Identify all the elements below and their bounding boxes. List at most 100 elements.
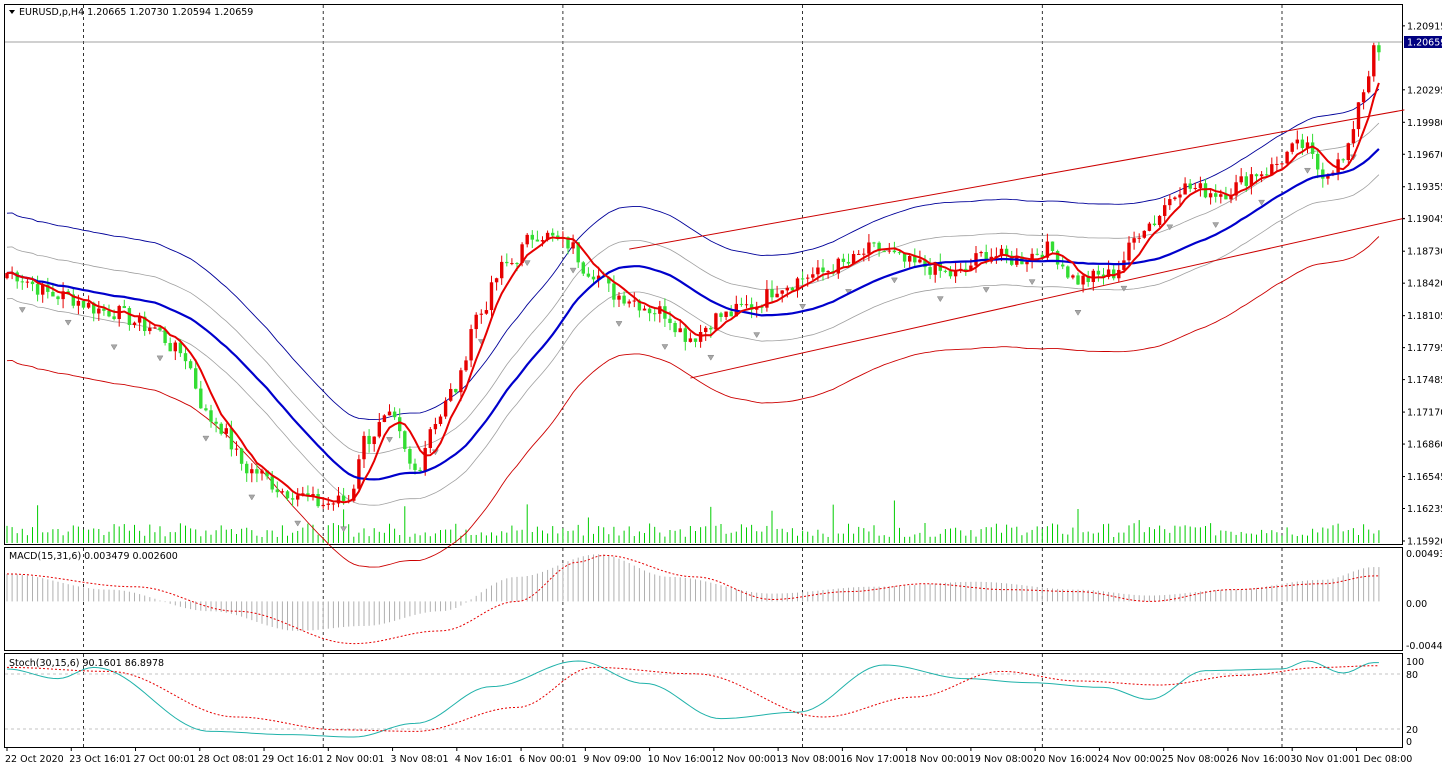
candle-body (525, 234, 529, 245)
candle-body (1214, 193, 1218, 197)
time-tick-label: 16 Nov 17:00 (840, 754, 904, 765)
candle-body (698, 332, 703, 342)
candle-body (1361, 92, 1366, 103)
candle-body (591, 276, 596, 280)
candle-body (806, 277, 810, 279)
candle-body (515, 263, 519, 265)
trading-chart[interactable]: EURUSD,p,H4 1.20665 1.20730 1.20594 1.20… (0, 0, 1442, 771)
candle-body (1132, 238, 1136, 243)
price-tick-label: 1.18105 (1407, 311, 1442, 322)
candle-body (678, 328, 682, 333)
candle-body (464, 360, 468, 371)
price-tick-label: 1.16235 (1407, 504, 1442, 515)
candle-body (688, 338, 693, 342)
candle-body (81, 300, 86, 308)
candle-body (719, 313, 723, 317)
candle-body (1254, 174, 1259, 177)
candle-body (1091, 270, 1095, 282)
candle-body (581, 262, 585, 274)
candle-body (1142, 230, 1146, 238)
candle-body (1035, 253, 1039, 255)
candle-body (1265, 174, 1269, 176)
candle-body (622, 295, 626, 304)
candle-body (1285, 151, 1289, 164)
candle-body (1351, 129, 1356, 144)
price-tick-label: 1.19670 (1407, 150, 1442, 161)
candle-body (739, 303, 744, 305)
candle-body (357, 459, 361, 489)
candle-body (586, 273, 591, 277)
candle-body (97, 308, 101, 314)
candle-body (632, 300, 636, 302)
candle-body (693, 338, 698, 342)
price-tick-label: 1.16545 (1407, 472, 1442, 483)
candle-body (816, 267, 820, 275)
candle-body (897, 252, 902, 254)
candle-body (255, 469, 259, 474)
candle-body (1071, 275, 1075, 278)
candle-body (1300, 139, 1305, 148)
candle-body (183, 353, 188, 362)
candle-body (647, 308, 652, 314)
candle-body (392, 411, 397, 418)
candle-body (418, 469, 422, 472)
candle-body (612, 283, 616, 300)
candle-body (872, 242, 876, 244)
candle-body (1173, 197, 1177, 200)
time-tick-label: 30 Nov 01:00 (1290, 754, 1354, 765)
candle-body (1244, 176, 1248, 186)
candle-body (127, 308, 132, 326)
candle-body (775, 293, 779, 298)
candle-body (505, 261, 509, 264)
candle-body (469, 329, 473, 361)
candle-body (729, 311, 733, 317)
candle-body (1341, 159, 1345, 161)
time-tick-label: 10 Nov 16:00 (648, 754, 712, 765)
candle-body (204, 408, 208, 411)
candle-body (683, 328, 687, 342)
candle-body (1336, 159, 1340, 173)
candle-body (76, 300, 81, 306)
candle-body (826, 271, 830, 273)
candle-body (86, 302, 91, 308)
candle-body (1193, 187, 1197, 189)
stoch-label-80: 80 (1406, 670, 1418, 681)
candle-body (474, 314, 478, 330)
candle-body (188, 361, 193, 369)
symbol-header-text: EURUSD,p,H4 1.20665 1.20730 1.20594 1.20… (19, 7, 253, 18)
candle-body (229, 428, 234, 450)
candle-body (168, 342, 172, 352)
candle-body (1096, 270, 1101, 275)
candle-body (454, 388, 458, 393)
candle-body (132, 322, 137, 326)
candle-body (428, 429, 432, 448)
time-tick-label: 24 Nov 00:00 (1097, 754, 1161, 765)
candle-body (943, 270, 948, 272)
candle-body (1168, 199, 1172, 206)
price-tick-label: 1.18420 (1407, 279, 1442, 290)
time-tick-label: 28 Oct 08:01 (198, 754, 260, 765)
candle-body (112, 316, 116, 320)
candle-body (387, 411, 392, 416)
candle-body (1280, 163, 1284, 165)
time-tick-label: 3 Nov 08:01 (391, 754, 449, 765)
candle-body (918, 259, 922, 263)
stoch-label-100: 100 (1406, 657, 1424, 668)
candle-body (964, 268, 968, 270)
candle-body (627, 301, 631, 304)
candle-body (1275, 163, 1279, 165)
candle-body (500, 261, 504, 279)
candle-body (892, 250, 897, 253)
price-tick-label: 1.18730 (1407, 247, 1442, 258)
candle-body (56, 296, 60, 300)
candle-body (285, 491, 290, 499)
candle-body (785, 287, 789, 291)
symbol-header: EURUSD,p,H4 1.20665 1.20730 1.20594 1.20… (9, 7, 253, 18)
time-tick-label: 9 Nov 09:00 (583, 754, 641, 765)
candle-body (199, 388, 203, 409)
candle-body (331, 503, 336, 505)
candle-body (928, 267, 932, 275)
candle-body (846, 261, 851, 264)
candle-body (372, 436, 376, 445)
macd-header: MACD(15,31,6) 0.003479 0.002600 (9, 551, 178, 562)
